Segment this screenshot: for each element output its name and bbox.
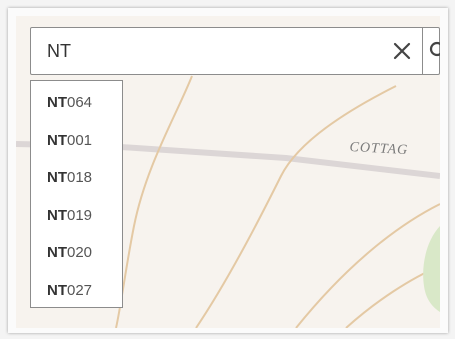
suggestion-item[interactable]: NT001	[31, 122, 122, 160]
suggestion-match: NT	[47, 94, 67, 111]
suggestion-rest: 064	[67, 94, 93, 111]
road-minor-1	[115, 75, 193, 328]
suggestion-item[interactable]: NT018	[31, 159, 122, 197]
suggestion-rest: 027	[67, 281, 93, 299]
search-bar	[30, 27, 440, 75]
suggestion-match: NT	[47, 281, 67, 299]
suggestion-rest: 018	[67, 169, 93, 186]
road-minor-2	[195, 85, 397, 328]
close-icon	[393, 42, 411, 60]
suggestion-item[interactable]: NT019	[31, 197, 122, 235]
suggestion-match: NT	[47, 206, 67, 224]
clear-button[interactable]	[386, 28, 418, 74]
suggestion-item[interactable]: NT064	[31, 84, 122, 122]
suggestion-match: NT	[47, 131, 67, 149]
suggestions-dropdown: NT064 NT001 NT018 NT019 NT020 NT027	[30, 80, 123, 308]
suggestion-match: NT	[47, 244, 67, 261]
suggestion-match: NT	[47, 169, 67, 186]
suggestion-rest: 020	[67, 244, 93, 261]
suggestion-item[interactable]: NT027	[31, 272, 122, 310]
suggestion-rest: 001	[67, 131, 93, 149]
road-label: COTTAG	[349, 140, 409, 159]
park-area	[423, 226, 440, 312]
search-icon	[429, 41, 440, 57]
search-input[interactable]	[31, 28, 387, 74]
suggestion-item[interactable]: NT020	[31, 234, 122, 272]
search-button[interactable]	[423, 28, 440, 74]
suggestion-rest: 019	[67, 206, 93, 224]
